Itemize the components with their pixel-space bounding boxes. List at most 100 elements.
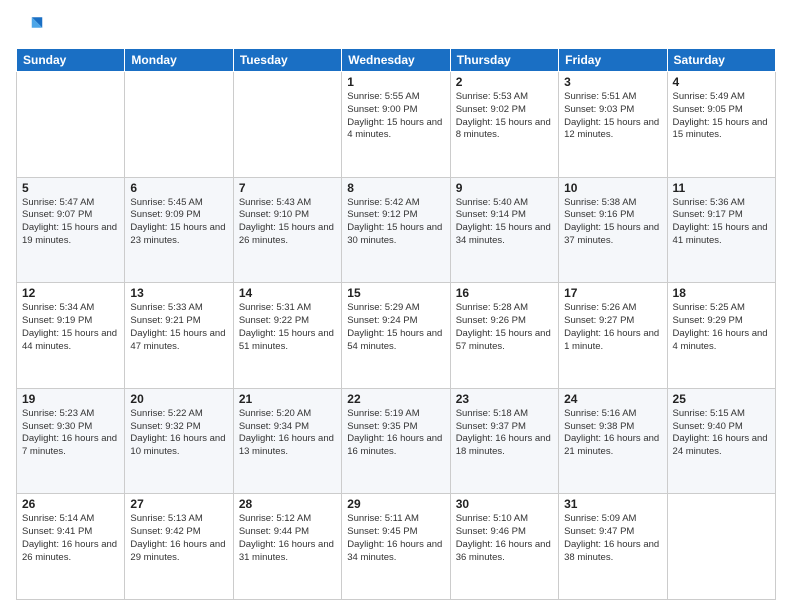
day-cell: 27 Sunrise: 5:13 AM Sunset: 9:42 PM Dayli…: [125, 494, 233, 600]
day-cell: 16 Sunrise: 5:28 AM Sunset: 9:26 PM Dayli…: [450, 283, 558, 389]
day-cell: 7 Sunrise: 5:43 AM Sunset: 9:10 PM Daylig…: [233, 177, 341, 283]
day-info: Sunrise: 5:13 AM Sunset: 9:42 PM Dayligh…: [130, 513, 227, 564]
day-cell: 5Sunrise: 5:47 AM Sunset: 9:07 PM Daylig…: [17, 177, 125, 283]
day-cell: 23 Sunrise: 5:18 AM Sunset: 9:37 PM Dayli…: [450, 388, 558, 494]
day-cell: 21Sunrise: 5:20 AM Sunset: 9:34 PM Dayli…: [233, 388, 341, 494]
day-info: Sunrise: 5:25 AM Sunset: 9:29 PM Dayligh…: [673, 302, 770, 353]
day-cell: 31 Sunrise: 5:09 AM Sunset: 9:47 PM Dayli…: [559, 494, 667, 600]
col-header-saturday: Saturday: [667, 49, 775, 72]
day-info: Sunrise: 5:23 AM Sunset: 9:30 PM Dayligh…: [22, 408, 119, 459]
day-number: 3: [564, 75, 661, 89]
day-info: Sunrise: 5:14 AM Sunset: 9:41 PM Dayligh…: [22, 513, 119, 564]
day-number: 12: [22, 286, 119, 300]
day-cell: [667, 494, 775, 600]
day-info: Sunrise: 5:43 AM Sunset: 9:10 PM Dayligh…: [239, 197, 336, 248]
day-number: 7: [239, 181, 336, 195]
day-number: 13: [130, 286, 227, 300]
week-row-3: 19 Sunrise: 5:23 AM Sunset: 9:30 PM Dayli…: [17, 388, 776, 494]
day-number: 20: [130, 392, 227, 406]
day-info: Sunrise: 5:11 AM Sunset: 9:45 PM Dayligh…: [347, 513, 444, 564]
day-cell: 6Sunrise: 5:45 AM Sunset: 9:09 PM Daylig…: [125, 177, 233, 283]
day-cell: 2 Sunrise: 5:53 AM Sunset: 9:02 PM Daylig…: [450, 72, 558, 178]
col-header-tuesday: Tuesday: [233, 49, 341, 72]
day-info: Sunrise: 5:18 AM Sunset: 9:37 PM Dayligh…: [456, 408, 553, 459]
day-cell: [233, 72, 341, 178]
col-header-friday: Friday: [559, 49, 667, 72]
day-number: 17: [564, 286, 661, 300]
day-cell: 15 Sunrise: 5:29 AM Sunset: 9:24 PM Dayli…: [342, 283, 450, 389]
day-number: 5: [22, 181, 119, 195]
day-info: Sunrise: 5:26 AM Sunset: 9:27 PM Dayligh…: [564, 302, 661, 353]
day-number: 22: [347, 392, 444, 406]
day-info: Sunrise: 5:40 AM Sunset: 9:14 PM Dayligh…: [456, 197, 553, 248]
calendar: SundayMondayTuesdayWednesdayThursdayFrid…: [16, 48, 776, 600]
day-info: Sunrise: 5:15 AM Sunset: 9:40 PM Dayligh…: [673, 408, 770, 459]
day-cell: 12 Sunrise: 5:34 AM Sunset: 9:19 PM Dayli…: [17, 283, 125, 389]
day-info: Sunrise: 5:16 AM Sunset: 9:38 PM Dayligh…: [564, 408, 661, 459]
day-cell: 28Sunrise: 5:12 AM Sunset: 9:44 PM Dayli…: [233, 494, 341, 600]
col-header-monday: Monday: [125, 49, 233, 72]
col-header-thursday: Thursday: [450, 49, 558, 72]
logo: [16, 12, 48, 40]
day-info: Sunrise: 5:31 AM Sunset: 9:22 PM Dayligh…: [239, 302, 336, 353]
day-number: 4: [673, 75, 770, 89]
logo-icon: [16, 12, 44, 40]
col-header-wednesday: Wednesday: [342, 49, 450, 72]
day-cell: 9 Sunrise: 5:40 AM Sunset: 9:14 PM Daylig…: [450, 177, 558, 283]
day-cell: 20 Sunrise: 5:22 AM Sunset: 9:32 PM Dayli…: [125, 388, 233, 494]
day-number: 24: [564, 392, 661, 406]
day-cell: 14 Sunrise: 5:31 AM Sunset: 9:22 PM Dayli…: [233, 283, 341, 389]
day-cell: 17 Sunrise: 5:26 AM Sunset: 9:27 PM Dayli…: [559, 283, 667, 389]
day-info: Sunrise: 5:33 AM Sunset: 9:21 PM Dayligh…: [130, 302, 227, 353]
day-number: 23: [456, 392, 553, 406]
day-cell: [17, 72, 125, 178]
day-info: Sunrise: 5:28 AM Sunset: 9:26 PM Dayligh…: [456, 302, 553, 353]
col-header-sunday: Sunday: [17, 49, 125, 72]
day-cell: 3 Sunrise: 5:51 AM Sunset: 9:03 PM Daylig…: [559, 72, 667, 178]
day-number: 19: [22, 392, 119, 406]
day-number: 1: [347, 75, 444, 89]
day-info: Sunrise: 5:22 AM Sunset: 9:32 PM Dayligh…: [130, 408, 227, 459]
header: [16, 12, 776, 40]
day-info: Sunrise: 5:42 AM Sunset: 9:12 PM Dayligh…: [347, 197, 444, 248]
day-info: Sunrise: 5:51 AM Sunset: 9:03 PM Dayligh…: [564, 91, 661, 142]
day-number: 9: [456, 181, 553, 195]
day-info: Sunrise: 5:53 AM Sunset: 9:02 PM Dayligh…: [456, 91, 553, 142]
week-row-0: 1Sunrise: 5:55 AM Sunset: 9:00 PM Daylig…: [17, 72, 776, 178]
day-number: 2: [456, 75, 553, 89]
day-info: Sunrise: 5:29 AM Sunset: 9:24 PM Dayligh…: [347, 302, 444, 353]
day-cell: 19 Sunrise: 5:23 AM Sunset: 9:30 PM Dayli…: [17, 388, 125, 494]
day-cell: 4 Sunrise: 5:49 AM Sunset: 9:05 PM Daylig…: [667, 72, 775, 178]
day-info: Sunrise: 5:38 AM Sunset: 9:16 PM Dayligh…: [564, 197, 661, 248]
day-number: 25: [673, 392, 770, 406]
page: SundayMondayTuesdayWednesdayThursdayFrid…: [0, 0, 792, 612]
day-number: 28: [239, 497, 336, 511]
day-number: 16: [456, 286, 553, 300]
day-cell: 30Sunrise: 5:10 AM Sunset: 9:46 PM Dayli…: [450, 494, 558, 600]
day-number: 14: [239, 286, 336, 300]
day-cell: 18 Sunrise: 5:25 AM Sunset: 9:29 PM Dayli…: [667, 283, 775, 389]
day-number: 6: [130, 181, 227, 195]
day-info: Sunrise: 5:34 AM Sunset: 9:19 PM Dayligh…: [22, 302, 119, 353]
day-number: 31: [564, 497, 661, 511]
day-cell: 26Sunrise: 5:14 AM Sunset: 9:41 PM Dayli…: [17, 494, 125, 600]
day-cell: 1Sunrise: 5:55 AM Sunset: 9:00 PM Daylig…: [342, 72, 450, 178]
day-info: Sunrise: 5:49 AM Sunset: 9:05 PM Dayligh…: [673, 91, 770, 142]
day-cell: 22Sunrise: 5:19 AM Sunset: 9:35 PM Dayli…: [342, 388, 450, 494]
day-cell: 8 Sunrise: 5:42 AM Sunset: 9:12 PM Daylig…: [342, 177, 450, 283]
day-cell: 10 Sunrise: 5:38 AM Sunset: 9:16 PM Dayli…: [559, 177, 667, 283]
header-row: SundayMondayTuesdayWednesdayThursdayFrid…: [17, 49, 776, 72]
day-number: 11: [673, 181, 770, 195]
day-number: 10: [564, 181, 661, 195]
day-cell: 11Sunrise: 5:36 AM Sunset: 9:17 PM Dayli…: [667, 177, 775, 283]
week-row-4: 26Sunrise: 5:14 AM Sunset: 9:41 PM Dayli…: [17, 494, 776, 600]
day-info: Sunrise: 5:20 AM Sunset: 9:34 PM Dayligh…: [239, 408, 336, 459]
day-cell: [125, 72, 233, 178]
day-number: 8: [347, 181, 444, 195]
day-cell: 25 Sunrise: 5:15 AM Sunset: 9:40 PM Dayli…: [667, 388, 775, 494]
day-number: 27: [130, 497, 227, 511]
day-info: Sunrise: 5:09 AM Sunset: 9:47 PM Dayligh…: [564, 513, 661, 564]
week-row-2: 12 Sunrise: 5:34 AM Sunset: 9:19 PM Dayli…: [17, 283, 776, 389]
day-number: 15: [347, 286, 444, 300]
day-number: 18: [673, 286, 770, 300]
